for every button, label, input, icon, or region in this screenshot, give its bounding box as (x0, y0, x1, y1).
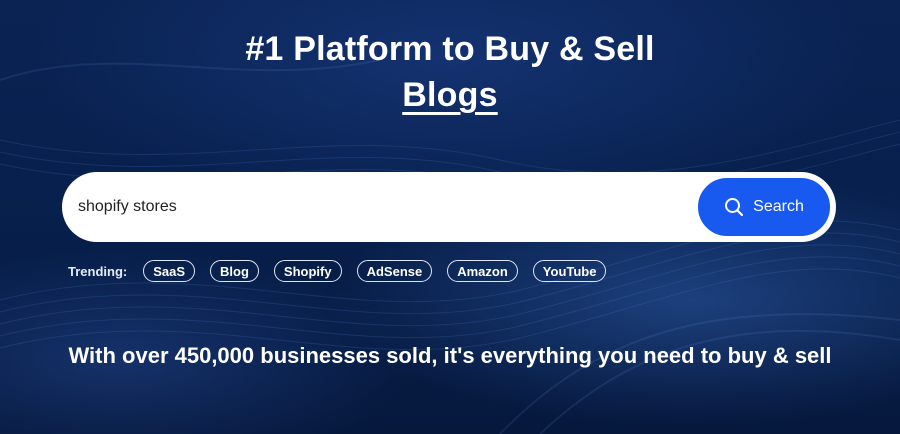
trending-tag-adsense[interactable]: AdSense (356, 260, 433, 282)
trending-tag-youtube[interactable]: YouTube (532, 260, 607, 282)
search-icon (724, 197, 744, 217)
search-bar: Search (62, 172, 836, 242)
trending-tag-shopify[interactable]: Shopify (273, 260, 342, 282)
hero-title-highlight[interactable]: Blogs (402, 72, 497, 118)
hero-title-line1: #1 Platform to Buy & Sell (245, 30, 655, 68)
trending-tag-saas[interactable]: SaaS (143, 260, 196, 282)
search-button-label: Search (753, 198, 804, 215)
tagline: With over 450,000 businesses sold, it's … (68, 343, 832, 368)
trending-tag-amazon[interactable]: Amazon (447, 260, 518, 282)
trending-tag-blog[interactable]: Blog (210, 260, 259, 282)
search-button[interactable]: Search (695, 175, 833, 239)
trending-tags: Trending: SaaS Blog Shopify AdSense Amaz… (68, 258, 621, 284)
hero-title: #1 Platform to Buy & Sell Blogs (0, 26, 900, 118)
search-input[interactable] (78, 189, 678, 225)
trending-label: Trending: (68, 263, 128, 279)
